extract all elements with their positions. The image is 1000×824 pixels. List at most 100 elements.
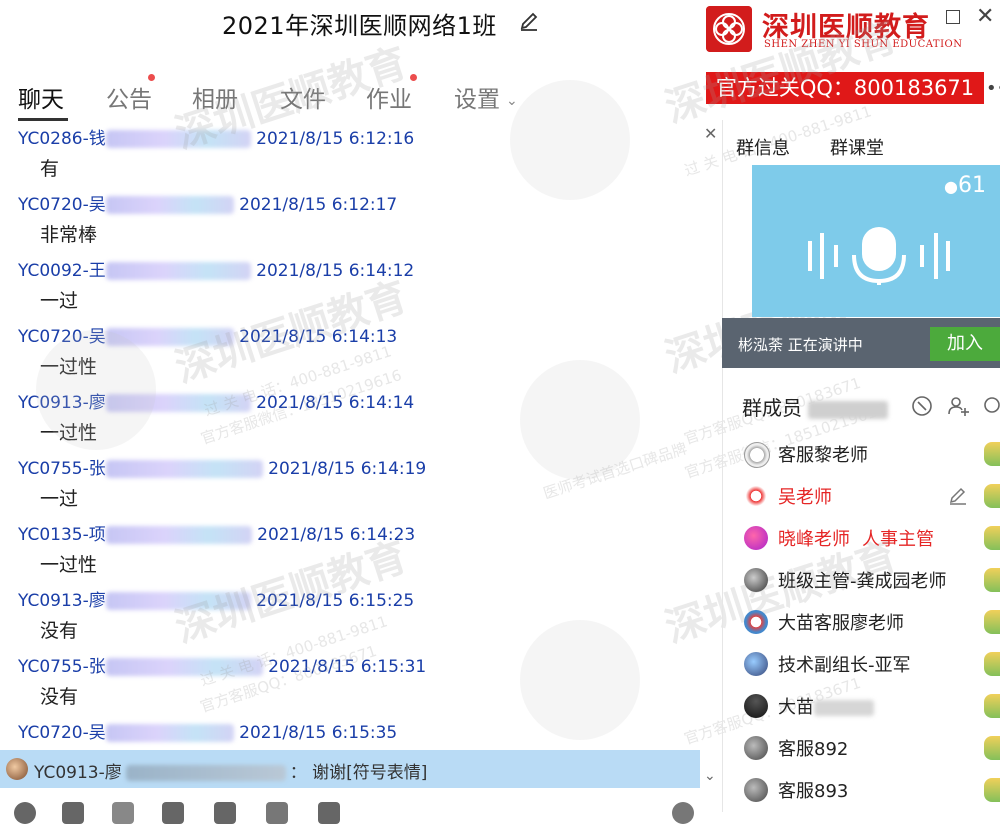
tab-group-classroom[interactable]: 群课堂 (830, 134, 884, 160)
message-text: 没有 (40, 686, 79, 708)
join-voice-button[interactable]: 加入 (930, 327, 1000, 361)
listener-count-value: 61 (958, 173, 986, 198)
tab-album[interactable]: 相册 (192, 80, 238, 114)
voice-icon[interactable] (266, 802, 288, 824)
avatar (744, 694, 768, 718)
message-text: 一过 (40, 290, 79, 312)
redacted-name (814, 700, 874, 716)
avatar (744, 610, 768, 634)
members-header: 群成员 (742, 392, 888, 421)
message-time: 2021/8/15 6:12:17 (239, 195, 398, 215)
message-header: YC0135-项 2021/8/15 6:14:23 (18, 520, 415, 545)
tab-homework[interactable]: 作业 (366, 80, 412, 114)
message-time: 2021/8/15 6:15:25 (256, 591, 415, 611)
avatar (744, 568, 768, 592)
member-item[interactable]: 吴老师 (744, 480, 1000, 516)
announcement-unread-dot (148, 74, 155, 81)
speaking-status-bar: 彬泓荼 正在演讲中 加入 (722, 318, 1000, 368)
voice-room-panel[interactable]: ●61 (752, 165, 1000, 317)
message-text: 没有 (40, 620, 79, 642)
notice-separator: ： (289, 763, 307, 783)
message-time: 2021/8/15 6:12:16 (256, 129, 415, 149)
sender-name: YC0913-廖 (18, 591, 106, 611)
member-status-icon (984, 736, 1000, 760)
emoji-icon[interactable] (14, 802, 36, 824)
screenshot-icon[interactable] (112, 802, 134, 824)
scroll-down-icon[interactable]: ⌄ (704, 768, 716, 784)
member-status-icon (984, 526, 1000, 550)
sender-name: YC0755-张 (18, 459, 106, 479)
more-options-icon[interactable]: •• (986, 78, 1000, 99)
member-name-text: 晓峰老师 (778, 529, 850, 550)
member-name: 技术副组长-亚军 (778, 655, 911, 676)
avatar (744, 652, 768, 676)
member-name: 大苗客服廖老师 (778, 613, 904, 634)
members-label: 群成员 (742, 396, 802, 420)
member-status-icon (984, 568, 1000, 592)
member-name: 客服892 (778, 739, 849, 760)
panel-divider (722, 120, 723, 812)
member-status-icon (984, 610, 1000, 634)
watermark-emblem (36, 330, 156, 450)
member-item[interactable]: 客服892 (744, 732, 1000, 768)
avatar (744, 484, 768, 508)
collapse-panel-icon[interactable]: ✕ (704, 124, 717, 143)
message-text: 非常棒 (40, 224, 98, 246)
sender-name: YC0755-张 (18, 657, 106, 677)
close-button[interactable]: ✕ (976, 4, 994, 29)
member-status-icon (984, 484, 1000, 508)
speaking-text: 彬泓荼 正在演讲中 (738, 336, 863, 354)
new-message-notice[interactable]: YC0913-廖 ： 谢谢[符号表情] (0, 750, 700, 788)
brand-subtitle: SHEN ZHEN YI SHUN EDUCATION (764, 39, 963, 50)
member-item[interactable]: 大苗 (744, 690, 1000, 726)
watermark-emblem (520, 620, 640, 740)
member-item[interactable]: 客服黎老师 (744, 438, 1000, 474)
member-settings-icon[interactable] (910, 394, 934, 418)
maximize-button[interactable] (946, 10, 960, 24)
sender-name: YC0092-王 (18, 261, 106, 281)
member-status-icon (984, 694, 1000, 718)
homework-unread-dot (410, 74, 417, 81)
member-name: 晓峰老师 人事主管 (778, 525, 934, 551)
member-role: 人事主管 (862, 529, 934, 550)
image-icon[interactable] (214, 802, 236, 824)
message-header: YC0755-张 2021/8/15 6:14:19 (18, 454, 426, 479)
input-toolbar (0, 796, 700, 824)
member-item[interactable]: 晓峰老师 人事主管 (744, 522, 1000, 558)
edit-title-icon[interactable] (518, 10, 540, 32)
redacted-name (105, 526, 252, 544)
member-status-icon (984, 442, 1000, 466)
more-tools-icon[interactable] (318, 802, 340, 824)
avatar (744, 442, 770, 468)
tab-group-info[interactable]: 群信息 (736, 134, 790, 160)
tab-settings-label: 设置 (454, 87, 500, 113)
message-header: YC0286-钱 2021/8/15 6:12:16 (18, 124, 414, 149)
search-member-icon[interactable] (980, 394, 1000, 418)
message-text: 一过性 (40, 554, 98, 576)
message-time: 2021/8/15 6:14:19 (268, 459, 427, 479)
file-icon[interactable] (162, 802, 184, 824)
notice-sender: YC0913-廖 (34, 763, 122, 783)
history-icon[interactable] (672, 802, 694, 824)
member-item[interactable]: 班级主管-龚成园老师 (744, 564, 1000, 600)
member-status-icon (984, 778, 1000, 802)
sender-name: YC0135-项 (18, 525, 106, 545)
add-member-icon[interactable] (946, 394, 970, 418)
edit-icon[interactable] (948, 486, 968, 506)
avatar (744, 526, 768, 550)
member-item[interactable]: 大苗客服廖老师 (744, 606, 1000, 642)
notice-text: YC0913-廖 ： 谢谢[符号表情] (34, 758, 427, 783)
tab-settings[interactable]: 设置 ⌄ (454, 80, 518, 114)
redacted-name (105, 592, 251, 610)
member-item[interactable]: 客服893 (744, 774, 1000, 810)
avatar (6, 758, 28, 780)
message-time: 2021/8/15 6:14:12 (256, 261, 415, 281)
tab-announcement[interactable]: 公告 (106, 80, 152, 114)
window-title: 2021年深圳医顺网络1班 (222, 12, 497, 40)
tab-chat[interactable]: 聊天 (18, 80, 64, 114)
member-name-text: 大苗 (778, 697, 814, 718)
member-item[interactable]: 技术副组长-亚军 (744, 648, 1000, 684)
gif-icon[interactable] (62, 802, 84, 824)
tab-files[interactable]: 文件 (280, 80, 326, 114)
message-header: YC0092-王 2021/8/15 6:14:12 (18, 256, 414, 281)
